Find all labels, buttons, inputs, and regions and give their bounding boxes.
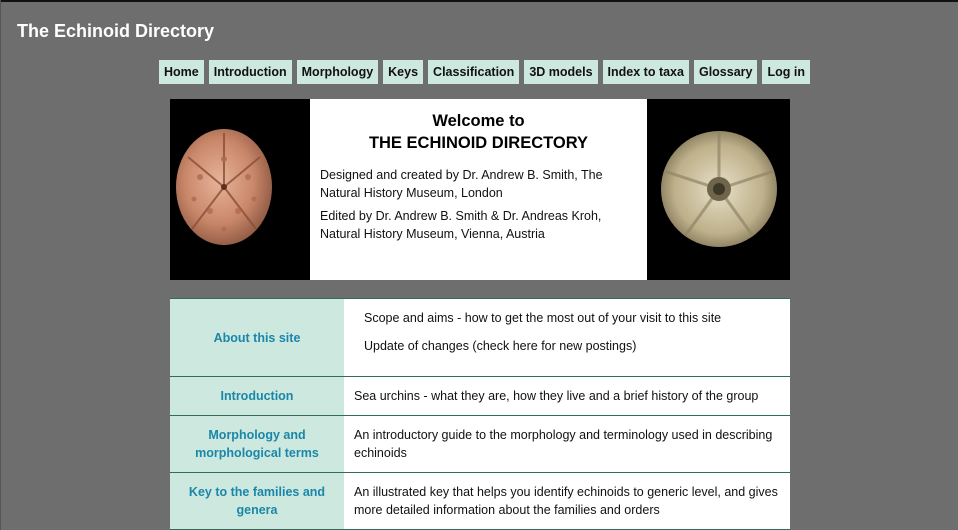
section-link-about[interactable]: About this site (170, 299, 344, 376)
welcome-heading-line2: THE ECHINOID DIRECTORY (368, 134, 589, 152)
nav-glossary[interactable]: Glossary (693, 60, 758, 84)
section-description: An illustrated key that helps you identi… (344, 473, 790, 529)
table-row: Introduction Sea urchins - what they are… (170, 377, 790, 416)
keys-description: An illustrated key that helps you identi… (354, 485, 778, 517)
welcome-heading-line1: Welcome to (432, 112, 525, 130)
table-row: Morphology and morphological terms An in… (170, 416, 790, 473)
section-description: Scope and aims - how to get the most out… (344, 299, 790, 376)
section-description: An introductory guide to the morphology … (344, 416, 790, 472)
welcome-banner: Welcome to THE ECHINOID DIRECTORY Design… (170, 99, 790, 280)
section-link-keys[interactable]: Key to the families and genera (170, 473, 344, 529)
left-border (0, 0, 1, 530)
nav-index-to-taxa[interactable]: Index to taxa (602, 60, 689, 84)
table-row: Key to the families and genera An illust… (170, 473, 790, 530)
designed-by-text: Designed and created by Dr. Andrew B. Sm… (320, 168, 603, 200)
nav-log-in[interactable]: Log in (762, 60, 810, 84)
section-link-introduction[interactable]: Introduction (170, 377, 344, 415)
main-nav: Home Introduction Morphology Keys Classi… (159, 60, 810, 84)
section-link-morphology[interactable]: Morphology and morphological terms (170, 416, 344, 472)
update-of-changes-link[interactable]: Update of changes (check here for new po… (364, 337, 780, 355)
edited-by-text: Edited by Dr. Andrew B. Smith & Dr. Andr… (320, 209, 602, 241)
section-description: Sea urchins - what they are, how they li… (344, 377, 790, 415)
nav-morphology[interactable]: Morphology (296, 60, 379, 84)
top-border (0, 0, 958, 2)
heart-urchin-image (170, 99, 310, 280)
nav-classification[interactable]: Classification (428, 60, 520, 84)
welcome-box: Welcome to THE ECHINOID DIRECTORY Design… (310, 99, 647, 280)
site-title[interactable]: The Echinoid Directory (17, 21, 214, 42)
sections-table: About this site Scope and aims - how to … (170, 298, 790, 530)
scope-and-aims-link[interactable]: Scope and aims - how to get the most out… (364, 309, 780, 327)
table-row: About this site Scope and aims - how to … (170, 299, 790, 377)
nav-keys[interactable]: Keys (383, 60, 424, 84)
nav-3d-models[interactable]: 3D models (524, 60, 598, 84)
regular-urchin-image (650, 99, 790, 280)
nav-home[interactable]: Home (159, 60, 204, 84)
nav-introduction[interactable]: Introduction (208, 60, 292, 84)
morphology-description: An introductory guide to the morphology … (354, 428, 773, 460)
introduction-description: Sea urchins - what they are, how they li… (354, 389, 759, 403)
